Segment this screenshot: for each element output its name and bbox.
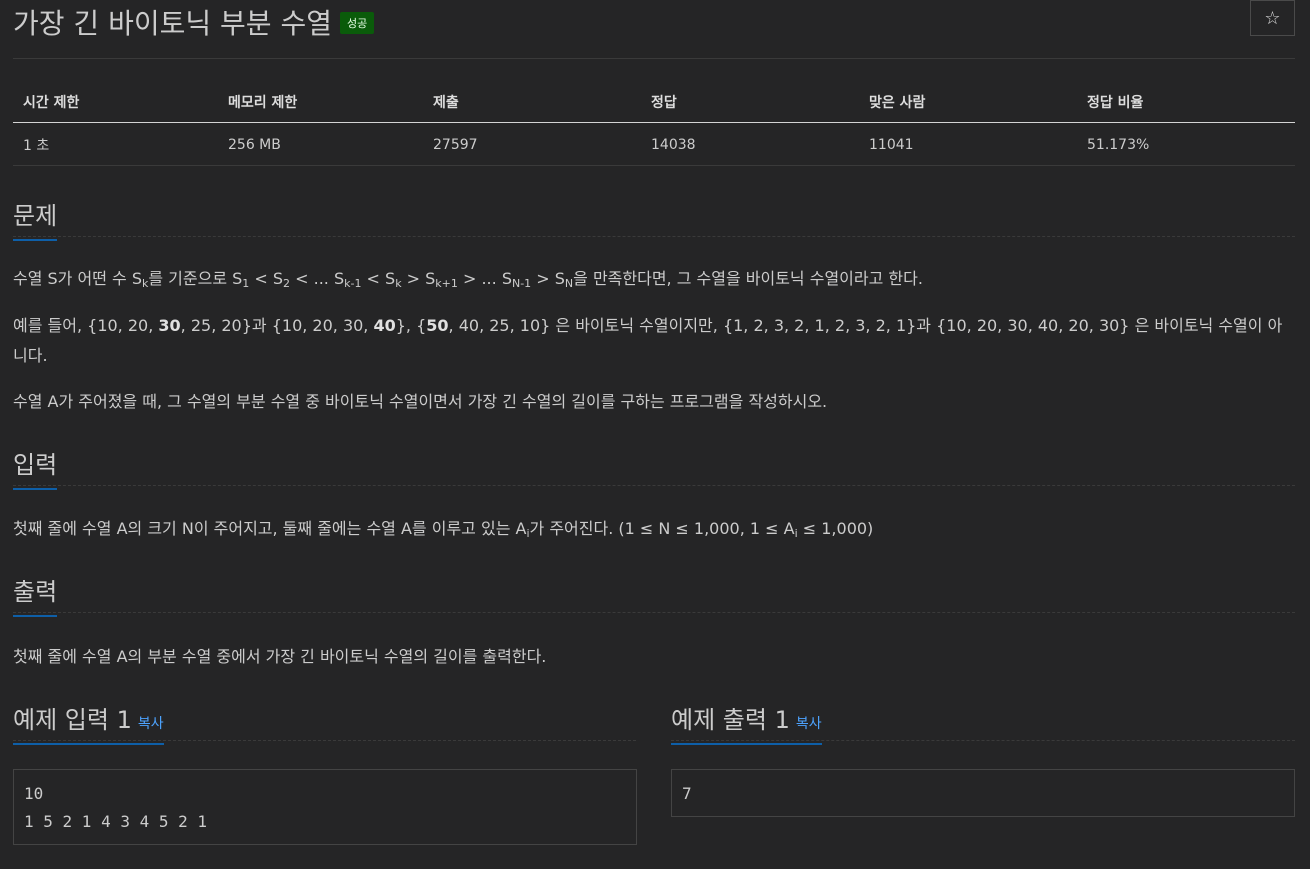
text-fragment: < S [249, 269, 284, 288]
text-fragment: 를 기준으로 S [148, 269, 243, 288]
text-fragment: > S [401, 269, 436, 288]
copy-sample-input-button[interactable]: 복사 [138, 716, 164, 732]
stats-accepted: 14038 [641, 122, 859, 166]
bold-number: 30 [158, 316, 181, 335]
sample-input-title: 예제 입력 1 [13, 706, 132, 734]
stats-submissions: 27597 [423, 122, 641, 166]
sample-input-heading-label: 예제 입력 1 복사 [13, 700, 164, 745]
text-fragment: > S [531, 269, 565, 288]
output-heading-label: 출력 [13, 572, 58, 617]
stats-accept-ratio: 51.173% [1077, 122, 1295, 166]
sample-output-box[interactable]: 7 [671, 769, 1295, 817]
stats-value-row: 1 초 256 MB 27597 14038 11041 51.173% [13, 122, 1295, 166]
problem-stats-table: 시간 제한 메모리 제한 제출 정답 맞은 사람 정답 비율 1 초 256 M… [13, 80, 1295, 166]
stats-header-row: 시간 제한 메모리 제한 제출 정답 맞은 사람 정답 비율 [13, 80, 1295, 123]
stats-time-limit: 1 초 [13, 122, 218, 166]
stats-header-accept-ratio: 정답 비율 [1077, 80, 1295, 123]
stats-header-submissions: 제출 [423, 80, 641, 123]
input-section-heading: 입력 [13, 445, 1295, 490]
stats-header-accepted: 정답 [641, 80, 859, 123]
text-fragment: < ... S [290, 269, 345, 288]
stats-memory-limit: 256 MB [218, 122, 423, 166]
subscript: k+1 [435, 277, 458, 290]
text-fragment: 을 만족한다면, 그 수열을 바이토닉 수열이라고 한다. [573, 269, 923, 288]
stats-solved-users: 11041 [859, 122, 1077, 166]
subscript: 2 [283, 277, 291, 290]
sample-input-heading: 예제 입력 1 복사 [13, 700, 636, 745]
stats-header-time-limit: 시간 제한 [13, 80, 218, 123]
copy-sample-output-button[interactable]: 복사 [796, 716, 822, 732]
text-fragment: }, { [395, 316, 427, 335]
input-description: 첫째 줄에 수열 A의 크기 N이 주어지고, 둘째 줄에는 수열 A를 이루고… [13, 514, 1295, 549]
problem-header: 가장 긴 바이토닉 부분 수열 성공 ☆ [13, 0, 1295, 59]
problem-description-line1: 수열 S가 어떤 수 Sk를 기준으로 S1 < S2 < ... Sk-1 <… [13, 264, 1295, 299]
bold-number: 50 [426, 316, 449, 335]
text-fragment: ≤ 1,000) [797, 519, 874, 538]
star-button[interactable]: ☆ [1250, 0, 1295, 36]
text-fragment: 가 주어진다. (1 ≤ N ≤ 1,000, 1 ≤ A [529, 519, 795, 538]
stats-header-memory-limit: 메모리 제한 [218, 80, 423, 123]
output-description: 첫째 줄에 수열 A의 부분 수열 중에서 가장 긴 바이토닉 수열의 길이를 … [13, 647, 547, 666]
subscript: N-1 [511, 277, 532, 290]
problem-description-line2: 예를 들어, {10, 20, 30, 25, 20}과 {10, 20, 30… [13, 311, 1295, 371]
output-section-heading: 출력 [13, 572, 1295, 617]
stats-header-solved-users: 맞은 사람 [859, 80, 1077, 123]
sample-input-box[interactable]: 10 1 5 2 1 4 3 4 5 2 1 [13, 769, 637, 845]
problem-heading-label: 문제 [13, 196, 58, 241]
problem-title-text: 가장 긴 바이토닉 부분 수열 [13, 7, 332, 40]
text-fragment: < S [361, 269, 396, 288]
text-fragment: 첫째 줄에 수열 A의 크기 N이 주어지고, 둘째 줄에는 수열 A를 이루고… [13, 519, 527, 538]
text-fragment: , 25, 20}과 {10, 20, 30, [180, 316, 374, 335]
text-fragment: 수열 S가 어떤 수 S [13, 269, 142, 288]
subscript: k-1 [344, 277, 362, 290]
sample-output-title: 예제 출력 1 [671, 706, 790, 734]
problem-title: 가장 긴 바이토닉 부분 수열 성공 [13, 2, 375, 42]
subscript: N [564, 277, 574, 290]
bold-number: 40 [373, 316, 396, 335]
star-icon: ☆ [1264, 7, 1281, 29]
sample-output-heading: 예제 출력 1 복사 [671, 700, 1295, 745]
text-fragment: > ... S [457, 269, 512, 288]
problem-section-heading: 문제 [13, 196, 1295, 241]
problem-description-line3: 수열 A가 주어졌을 때, 그 수열의 부분 수열 중 바이토닉 수열이면서 가… [13, 392, 828, 411]
problem-page: 가장 긴 바이토닉 부분 수열 성공 ☆ 시간 제한 메모리 제한 제출 정답 맞… [0, 0, 1310, 869]
status-badge: 성공 [339, 12, 375, 34]
input-heading-label: 입력 [13, 445, 58, 490]
text-fragment: 예를 들어, {10, 20, [13, 316, 159, 335]
sample-output-heading-label: 예제 출력 1 복사 [671, 700, 822, 745]
